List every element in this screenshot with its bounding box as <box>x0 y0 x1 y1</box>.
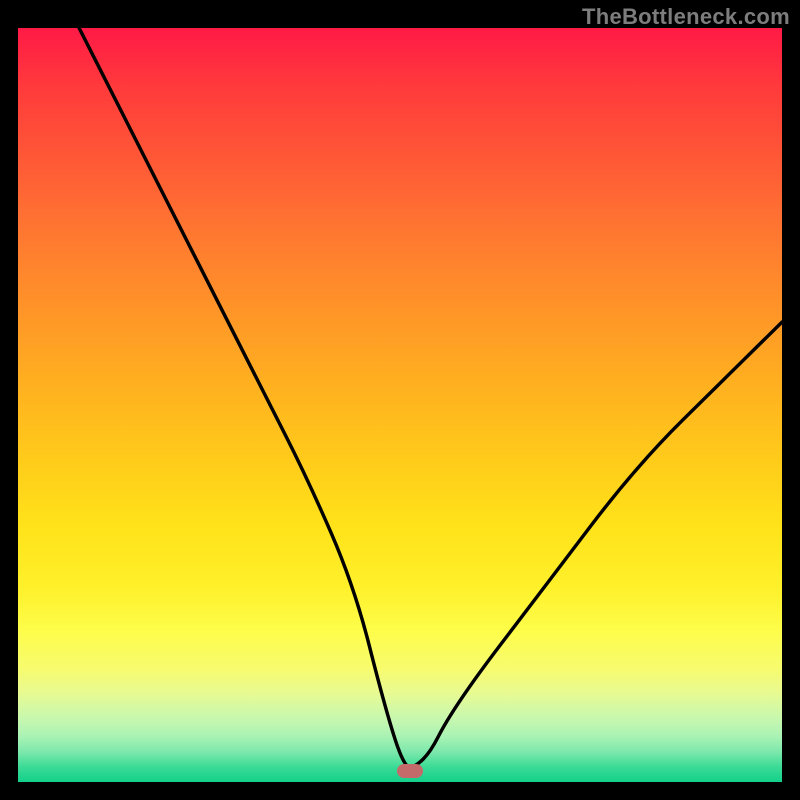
bottleneck-curve <box>79 28 782 767</box>
chart-svg <box>18 28 782 782</box>
min-marker <box>397 764 423 778</box>
chart-frame: TheBottleneck.com <box>0 0 800 800</box>
watermark-text: TheBottleneck.com <box>582 4 790 30</box>
plot-area <box>18 28 782 782</box>
